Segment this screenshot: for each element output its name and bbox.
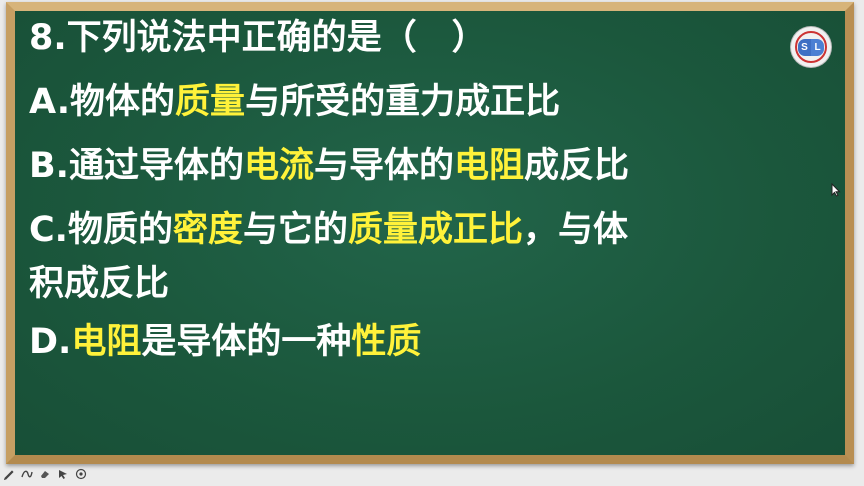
option-d-text-1: D. [29,322,72,362]
option-b-text-3: 成反比 [524,146,630,186]
option-a: A.物体的质量与所受的重力成正比 [29,85,809,127]
option-a-text-1: A.物体的 [29,82,176,122]
option-b-text-2: 与导体的 [314,146,455,186]
option-b-highlight-1: 电流 [243,146,314,186]
channel-logo: S L [791,27,831,67]
target-icon[interactable] [74,468,87,481]
pointer-icon[interactable] [56,468,69,481]
option-d-highlight-1: 电阻 [71,322,142,362]
option-b: B.通过导体的电流与导体的电阻成反比 [29,149,809,191]
option-d-text-2: 是导体的一种 [141,322,352,362]
blackboard: 8.下列说法中正确的是（ ） A.物体的质量与所受的重力成正比 B.通过导体的电… [15,11,845,455]
option-c-text-1: C.物质的 [29,210,173,250]
eraser-icon[interactable] [38,468,51,481]
lecture-screen: 8.下列说法中正确的是（ ） A.物体的质量与所受的重力成正比 B.通过导体的电… [0,0,864,486]
option-b-highlight-2: 电阻 [454,146,525,186]
drawing-toolbar [2,466,87,482]
option-d-highlight-2: 性质 [351,322,422,362]
option-d: D.电阻是导体的一种性质 [29,325,809,367]
curve-icon[interactable] [20,468,33,481]
logo-letter-right: L [811,39,824,56]
option-c-highlight-1: 密度 [172,210,243,250]
question-title: 8.下列说法中正确的是（ ） [29,18,487,58]
pen-icon[interactable] [2,468,15,481]
option-a-highlight-1: 质量 [175,82,246,122]
option-c: C.物质的密度与它的质量成正比，与体 [29,213,809,255]
option-c-text-3: ，与体 [523,210,629,250]
logo-letter-left: S [798,39,811,56]
option-c-text-2: 与它的 [243,210,349,250]
option-c-highlight-2: 质量成正比 [348,210,524,250]
option-a-text-2: 与所受的重力成正比 [245,82,561,122]
question-block: 8.下列说法中正确的是（ ） A.物体的质量与所受的重力成正比 B.通过导体的电… [29,21,809,389]
option-b-text-1: B.通过导体的 [29,146,244,186]
option-c-continuation: 积成反比 [29,264,170,304]
blackboard-frame: 8.下列说法中正确的是（ ） A.物体的质量与所受的重力成正比 B.通过导体的电… [6,2,854,464]
